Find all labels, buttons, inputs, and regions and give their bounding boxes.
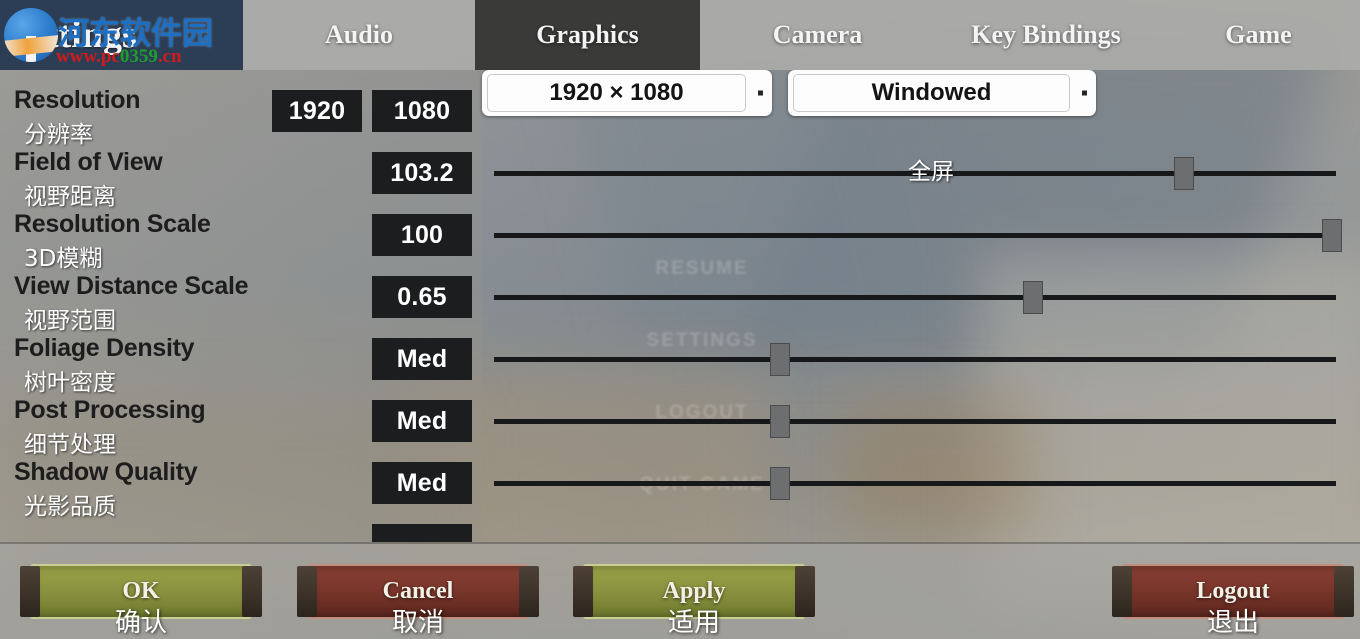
resolution-width-value[interactable]: 1920	[272, 90, 362, 132]
setting-slider[interactable]	[494, 343, 1336, 376]
graphics-settings-panel: Resolution 分辨率 1920 1080 Field of View 视野距离 10…	[0, 70, 1360, 542]
slider-thumb[interactable]	[770, 405, 791, 438]
button-label-en: Cancel	[382, 578, 454, 604]
setting-value-box[interactable]: 103.2	[372, 152, 472, 194]
setting-slider[interactable]	[494, 405, 1336, 438]
setting-value-box[interactable]: Med	[372, 338, 472, 380]
setting-label-cn: 视野距离	[24, 184, 116, 210]
tab-audio[interactable]: Audio	[243, 0, 475, 70]
action-button-bar: OK 确认 Cancel 取消 Apply 适用 Logout 退出	[0, 544, 1360, 639]
setting-value-box[interactable]: 100	[372, 214, 472, 256]
setting-label-en: Shadow Quality	[14, 458, 198, 486]
settings-row: Shadow Quality 光影品质 Med	[0, 458, 1360, 521]
chevron-down-icon	[1082, 90, 1087, 96]
tab-label: Audio	[325, 20, 393, 49]
button-label-cn: 退出	[1206, 608, 1259, 638]
resolution-dropdown[interactable]: 1920 × 1080	[482, 70, 772, 116]
tab-game[interactable]: Game	[1157, 0, 1360, 70]
slider-track[interactable]	[494, 419, 1336, 424]
tab-label: Game	[1225, 20, 1292, 49]
setting-label-cn: 细节处理	[24, 432, 116, 458]
display-mode-label-cn: 全屏	[908, 159, 954, 185]
setting-value-box[interactable]: Med	[372, 462, 472, 504]
setting-label-en: Resolution Scale	[14, 210, 211, 238]
slider-thumb[interactable]	[770, 343, 791, 376]
settings-row: Post Processing 细节处理 Med	[0, 396, 1360, 459]
settings-header: Settings Audio Graphics Camera Key Bindings…	[0, 0, 1360, 70]
setting-value-box[interactable]: 0.65	[372, 276, 472, 318]
chevron-down-icon	[758, 90, 763, 96]
slider-track[interactable]	[494, 295, 1336, 300]
setting-label-en: Field of View	[14, 148, 163, 176]
apply-button[interactable]: Apply 适用	[569, 564, 819, 638]
setting-value-box[interactable]: Med	[372, 400, 472, 442]
button-label-cn: 确认	[114, 608, 167, 638]
tab-label: Camera	[772, 20, 863, 49]
slider-track[interactable]	[494, 233, 1336, 238]
button-label-cn: 取消	[391, 608, 444, 638]
resolution-dropdown-value: 1920 × 1080	[487, 74, 746, 112]
setting-label-cn: 分辨率	[24, 122, 93, 148]
display-mode-dropdown-value: Windowed	[793, 74, 1070, 112]
settings-row: View Distance Scale 视野范围 0.65	[0, 272, 1360, 335]
setting-slider[interactable]	[494, 281, 1336, 314]
settings-row: Foliage Density 树叶密度 Med	[0, 334, 1360, 397]
settings-row: Resolution Scale 3D模糊 100	[0, 210, 1360, 273]
tab-label: Key Bindings	[971, 20, 1121, 49]
resolution-height-value[interactable]: 1080	[372, 90, 472, 132]
setting-value-box-partial[interactable]	[372, 524, 472, 542]
page-title: Settings	[8, 14, 137, 56]
button-label-cn: 适用	[667, 608, 720, 638]
cancel-button[interactable]: Cancel 取消	[293, 564, 543, 638]
button-label-en: Apply	[662, 578, 726, 604]
setting-slider[interactable]	[494, 219, 1342, 252]
settings-row: Field of View 视野距离 103.2	[0, 148, 1360, 211]
logout-button[interactable]: Logout 退出	[1108, 564, 1358, 638]
slider-track[interactable]	[494, 357, 1336, 362]
button-label-en: OK	[122, 578, 160, 604]
setting-label-cn: 树叶密度	[24, 370, 116, 396]
tab-key-bindings[interactable]: Key Bindings	[935, 0, 1157, 70]
slider-thumb[interactable]	[1174, 157, 1195, 190]
settings-title-block: Settings	[0, 0, 243, 70]
slider-thumb[interactable]	[1022, 281, 1043, 314]
setting-slider[interactable]	[494, 467, 1336, 500]
tab-camera[interactable]: Camera	[700, 0, 935, 70]
setting-label-en: Resolution	[14, 86, 141, 114]
display-mode-dropdown[interactable]: Windowed	[788, 70, 1096, 116]
tab-label: Graphics	[536, 20, 639, 49]
setting-label-cn: 视野范围	[24, 308, 116, 334]
setting-label-cn: 光影品质	[24, 494, 116, 520]
ok-button[interactable]: OK 确认	[16, 564, 266, 638]
setting-label-cn: 3D模糊	[24, 246, 103, 272]
setting-label-en: View Distance Scale	[14, 272, 249, 300]
setting-label-en: Foliage Density	[14, 334, 195, 362]
settings-row-partial	[0, 522, 1360, 542]
slider-thumb[interactable]	[770, 467, 791, 500]
tab-graphics[interactable]: Graphics	[475, 0, 700, 70]
slider-track[interactable]	[494, 481, 1336, 486]
setting-label-en: Post Processing	[14, 396, 206, 424]
button-label-en: Logout	[1196, 578, 1270, 604]
slider-thumb[interactable]	[1321, 219, 1342, 252]
